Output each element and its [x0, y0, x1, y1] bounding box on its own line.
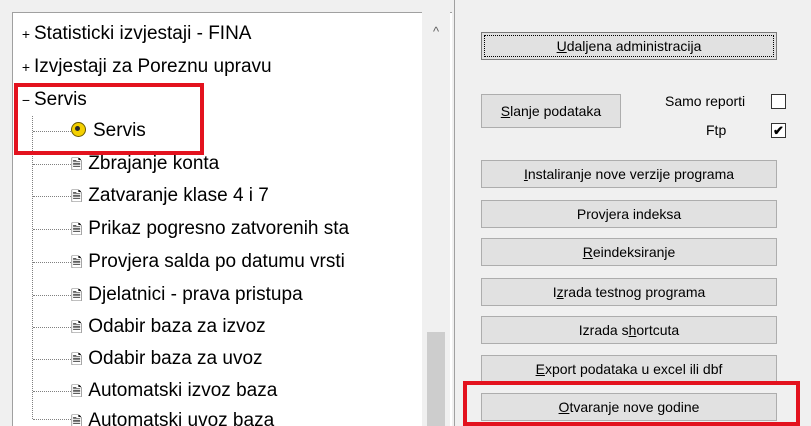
tree-item-label: Odabir baza za izvoz: [88, 316, 266, 337]
tree-item-odabir-izvoz[interactable]: 🗎 Odabir baza za izvoz: [71, 312, 266, 342]
expand-icon[interactable]: +: [20, 19, 32, 49]
udaljena-administracija-button[interactable]: Udaljena administracija: [481, 32, 777, 60]
tree-item-izvjestaji-porezna[interactable]: + Izvjestaji za Poreznu upravu: [20, 52, 272, 82]
document-icon: 🗎: [71, 287, 83, 303]
tree-item-zatvaranje-klase[interactable]: 🗎 Zatvaranje klase 4 i 7: [71, 181, 269, 211]
tree-connector-line: [32, 116, 33, 419]
tree-connector: [33, 262, 71, 263]
ftp-label: Ftp: [706, 122, 727, 138]
samo-reporti-label: Samo reporti: [665, 93, 746, 109]
reindeksiranje-button[interactable]: Reindeksiranje: [481, 238, 777, 266]
tree-connector: [33, 295, 71, 296]
highlight-box-servis: [14, 83, 204, 155]
right-panel: Udaljena administracija Slanje podataka …: [454, 0, 811, 426]
instaliranje-button[interactable]: Instaliranje nove verzije programa: [481, 160, 777, 188]
tree-item-automatski-uvoz[interactable]: 🗎 Automatski uvoz baza: [71, 406, 274, 426]
tree-item-label: Izvjestaji za Poreznu upravu: [34, 56, 272, 77]
tree-item-label: Odabir baza za uvoz: [88, 348, 263, 369]
scroll-up-arrow-icon[interactable]: ^: [422, 12, 450, 52]
tree-left-border: [0, 12, 13, 426]
tree-item-statisticki[interactable]: + Statisticki izvjestaji - FINA: [20, 19, 252, 49]
samo-reporti-checkbox[interactable]: [771, 94, 786, 109]
highlight-box-otvaranje: [463, 381, 800, 426]
tree-connector: [33, 327, 71, 328]
document-icon: 🗎: [71, 319, 83, 335]
tree-item-odabir-uvoz[interactable]: 🗎 Odabir baza za uvoz: [71, 344, 263, 374]
tree-item-automatski-izvoz[interactable]: 🗎 Automatski izvoz baza: [71, 376, 277, 406]
document-icon: 🗎: [71, 221, 83, 237]
tree-item-label: Zatvaranje klase 4 i 7: [88, 185, 269, 206]
tree-connector: [33, 391, 71, 392]
tree-connector: [33, 419, 71, 420]
export-podataka-button[interactable]: Export podataka u excel ili dbf: [481, 355, 777, 383]
document-icon: 🗎: [71, 351, 83, 367]
slanje-podataka-button[interactable]: Slanje podataka: [481, 94, 621, 128]
tree-panel: + Statisticki izvjestaji - FINA + Izvjes…: [0, 0, 452, 426]
tree-item-label: Provjera salda po datumu vrsti: [88, 251, 345, 272]
expand-icon[interactable]: +: [20, 52, 32, 82]
tree-connector: [33, 229, 71, 230]
tree-item-djelatnici[interactable]: 🗎 Djelatnici - prava pristupa: [71, 280, 303, 310]
tree-item-label: Prikaz pogresno zatvorenih sta: [88, 218, 350, 239]
document-icon: 🗎: [71, 383, 83, 399]
tree-item-label: Djelatnici - prava pristupa: [88, 284, 303, 305]
tree-item-label: Statisticki izvjestaji - FINA: [34, 23, 252, 44]
tree-item-label: Automatski uvoz baza: [88, 410, 275, 426]
scrollbar-thumb[interactable]: [427, 332, 445, 426]
tree-top-border: [0, 0, 452, 13]
document-icon: 🗎: [71, 254, 83, 270]
tree-connector: [33, 359, 71, 360]
izrada-shortcuta-button[interactable]: Izrada shortcuta: [481, 316, 777, 344]
document-icon: 🗎: [71, 188, 83, 204]
tree-item-label: Zbrajanje konta: [88, 153, 220, 174]
document-icon: 🗎: [71, 413, 83, 426]
tree-connector: [33, 196, 71, 197]
tree-connector: [33, 164, 71, 165]
tree-item-provjera-salda[interactable]: 🗎 Provjera salda po datumu vrsti: [71, 247, 345, 277]
tree-item-prikaz-pogresno[interactable]: 🗎 Prikaz pogresno zatvorenih sta: [71, 214, 349, 244]
izrada-testnog-programa-button[interactable]: Izrada testnog programa: [481, 278, 777, 306]
vertical-scrollbar[interactable]: ^: [422, 12, 450, 426]
ftp-checkbox[interactable]: ✔: [771, 123, 786, 138]
tree-item-label: Automatski izvoz baza: [88, 380, 278, 401]
provjera-indeksa-button[interactable]: Provjera indeksa: [481, 200, 777, 228]
